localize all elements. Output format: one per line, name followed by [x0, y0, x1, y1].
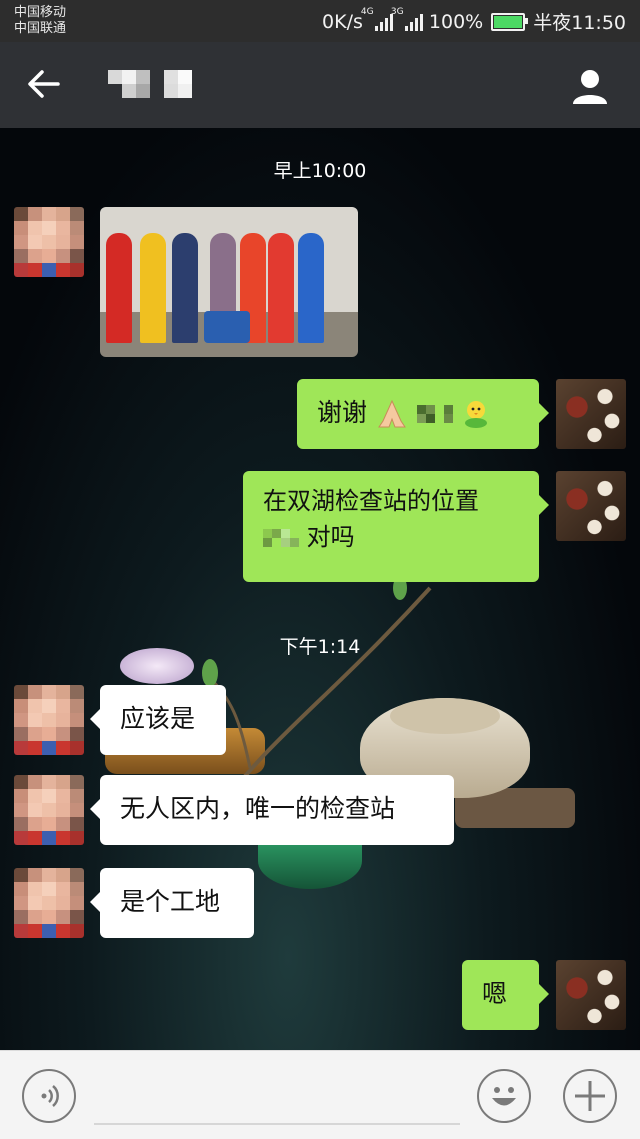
message-bubble-incoming[interactable]: 无人区内，唯一的检查站 — [90, 775, 454, 845]
message-bubble-incoming[interactable]: 应该是 — [90, 685, 226, 755]
redacted-text — [416, 405, 453, 423]
chick-emoji-icon — [464, 401, 487, 428]
carrier-2: 中国联通 — [14, 21, 67, 36]
more-button[interactable] — [563, 1069, 617, 1123]
my-avatar[interactable] — [556, 960, 626, 1030]
timestamp: 早上10:00 — [273, 160, 367, 182]
avatar[interactable] — [14, 775, 84, 845]
battery-percent: 100% — [428, 10, 484, 33]
message-bubble-outgoing[interactable]: 在双湖检查站的位置 对吗 — [243, 471, 549, 582]
clock: 半夜11:50 — [533, 12, 626, 34]
message-bubble-outgoing[interactable]: 谢谢 — [297, 379, 549, 449]
network-type-1: 4G — [360, 6, 374, 17]
contact-name-redacted — [108, 70, 192, 98]
teapot-avatar-image — [556, 960, 626, 1030]
network-speed: 0K/s — [322, 10, 363, 33]
message-bubble-incoming[interactable]: 是个工地 — [90, 868, 254, 938]
arrow-left-icon — [28, 70, 60, 98]
carrier-1: 中国移动 — [14, 5, 67, 20]
message-text: 嗯 — [482, 979, 508, 1008]
contact-info-button[interactable] — [570, 66, 610, 106]
message-bubble-outgoing[interactable]: 嗯 — [462, 960, 549, 1030]
status-indicators: 0K/s 4G 3G 100% 半夜11:50 — [322, 6, 626, 35]
battery-icon — [491, 12, 529, 31]
message-text: 对吗 — [306, 523, 355, 551]
teapot-avatar-image — [556, 471, 626, 541]
avatar[interactable] — [14, 868, 84, 938]
message-text: 是个工地 — [120, 887, 221, 916]
avatar[interactable] — [14, 685, 84, 755]
chat-header — [0, 42, 640, 128]
message-text: 应该是 — [120, 704, 196, 733]
avatar-redacted — [14, 868, 84, 938]
message-text: 无人区内，唯一的检查站 — [120, 794, 396, 823]
message-text: 谢谢 — [317, 398, 368, 427]
network-type-2: 3G — [390, 6, 404, 17]
signal-3g-icon: 3G — [391, 7, 423, 31]
voice-icon — [41, 1085, 59, 1107]
smiley-icon — [492, 1087, 516, 1106]
plus-icon — [575, 1081, 605, 1111]
wallpaper-incense-lid — [390, 698, 500, 734]
redacted-text — [263, 529, 299, 547]
my-avatar[interactable] — [556, 379, 626, 449]
emoji-button[interactable] — [477, 1069, 531, 1123]
image-message[interactable] — [100, 207, 358, 357]
back-button[interactable] — [24, 64, 64, 104]
chat-area[interactable]: 早上10:00 谢谢 在双湖检查站的位置 对吗 下午1:14 应该是 无人区内，… — [0, 128, 640, 1050]
status-bar: 中国移动 中国联通 0K/s 4G 3G 100% 半夜11:50 — [0, 0, 640, 42]
folded-hands-icon — [378, 399, 406, 428]
message-input[interactable] — [94, 1123, 460, 1125]
avatar-redacted — [14, 207, 84, 277]
teapot-avatar-image — [556, 379, 626, 449]
avatar[interactable] — [14, 207, 84, 277]
avatar-redacted — [14, 685, 84, 755]
avatar-redacted — [14, 775, 84, 845]
carrier-labels: 中国移动 中国联通 — [14, 5, 66, 37]
my-avatar[interactable] — [556, 471, 626, 541]
input-bar — [0, 1050, 640, 1139]
person-icon — [573, 70, 607, 104]
message-text: 在双湖检查站的位置 — [263, 487, 479, 515]
voice-input-button[interactable] — [22, 1069, 76, 1123]
timestamp: 下午1:14 — [279, 636, 361, 658]
